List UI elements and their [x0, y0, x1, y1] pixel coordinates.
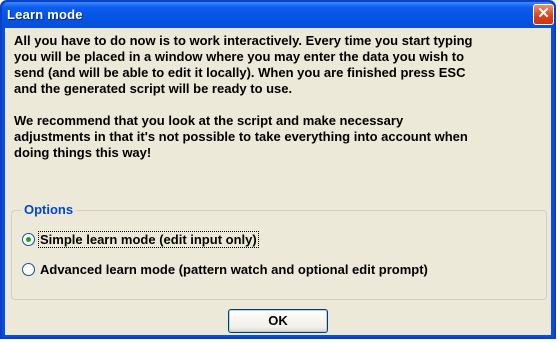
- title-bar[interactable]: Learn mode ✕: [2, 2, 554, 28]
- options-groupbox: Options Simple learn mode (edit input on…: [11, 202, 547, 300]
- advanced-learn-mode-radio[interactable]: [22, 263, 35, 276]
- options-group-label: Options: [21, 202, 77, 217]
- advanced-learn-mode-label[interactable]: Advanced learn mode (pattern watch and o…: [39, 262, 429, 277]
- simple-learn-mode-radio[interactable]: [22, 233, 35, 246]
- close-icon: ✕: [537, 5, 550, 22]
- dialog-title: Learn mode: [7, 7, 83, 22]
- ok-button[interactable]: OK: [228, 309, 328, 333]
- instructions-text: All you have to do now is to work intera…: [14, 33, 548, 161]
- instructions-paragraph-2: We recommend that you look at the script…: [14, 113, 468, 160]
- advanced-learn-mode-option[interactable]: Advanced learn mode (pattern watch and o…: [22, 262, 429, 277]
- simple-learn-mode-option[interactable]: Simple learn mode (edit input only): [22, 231, 259, 248]
- instructions-paragraph-1: All you have to do now is to work intera…: [14, 33, 473, 96]
- dialog-body: All you have to do now is to work intera…: [5, 28, 551, 335]
- learn-mode-dialog: Learn mode ✕ All you have to do now is t…: [0, 0, 556, 339]
- close-button[interactable]: ✕: [533, 4, 554, 25]
- simple-learn-mode-label[interactable]: Simple learn mode (edit input only): [38, 231, 259, 248]
